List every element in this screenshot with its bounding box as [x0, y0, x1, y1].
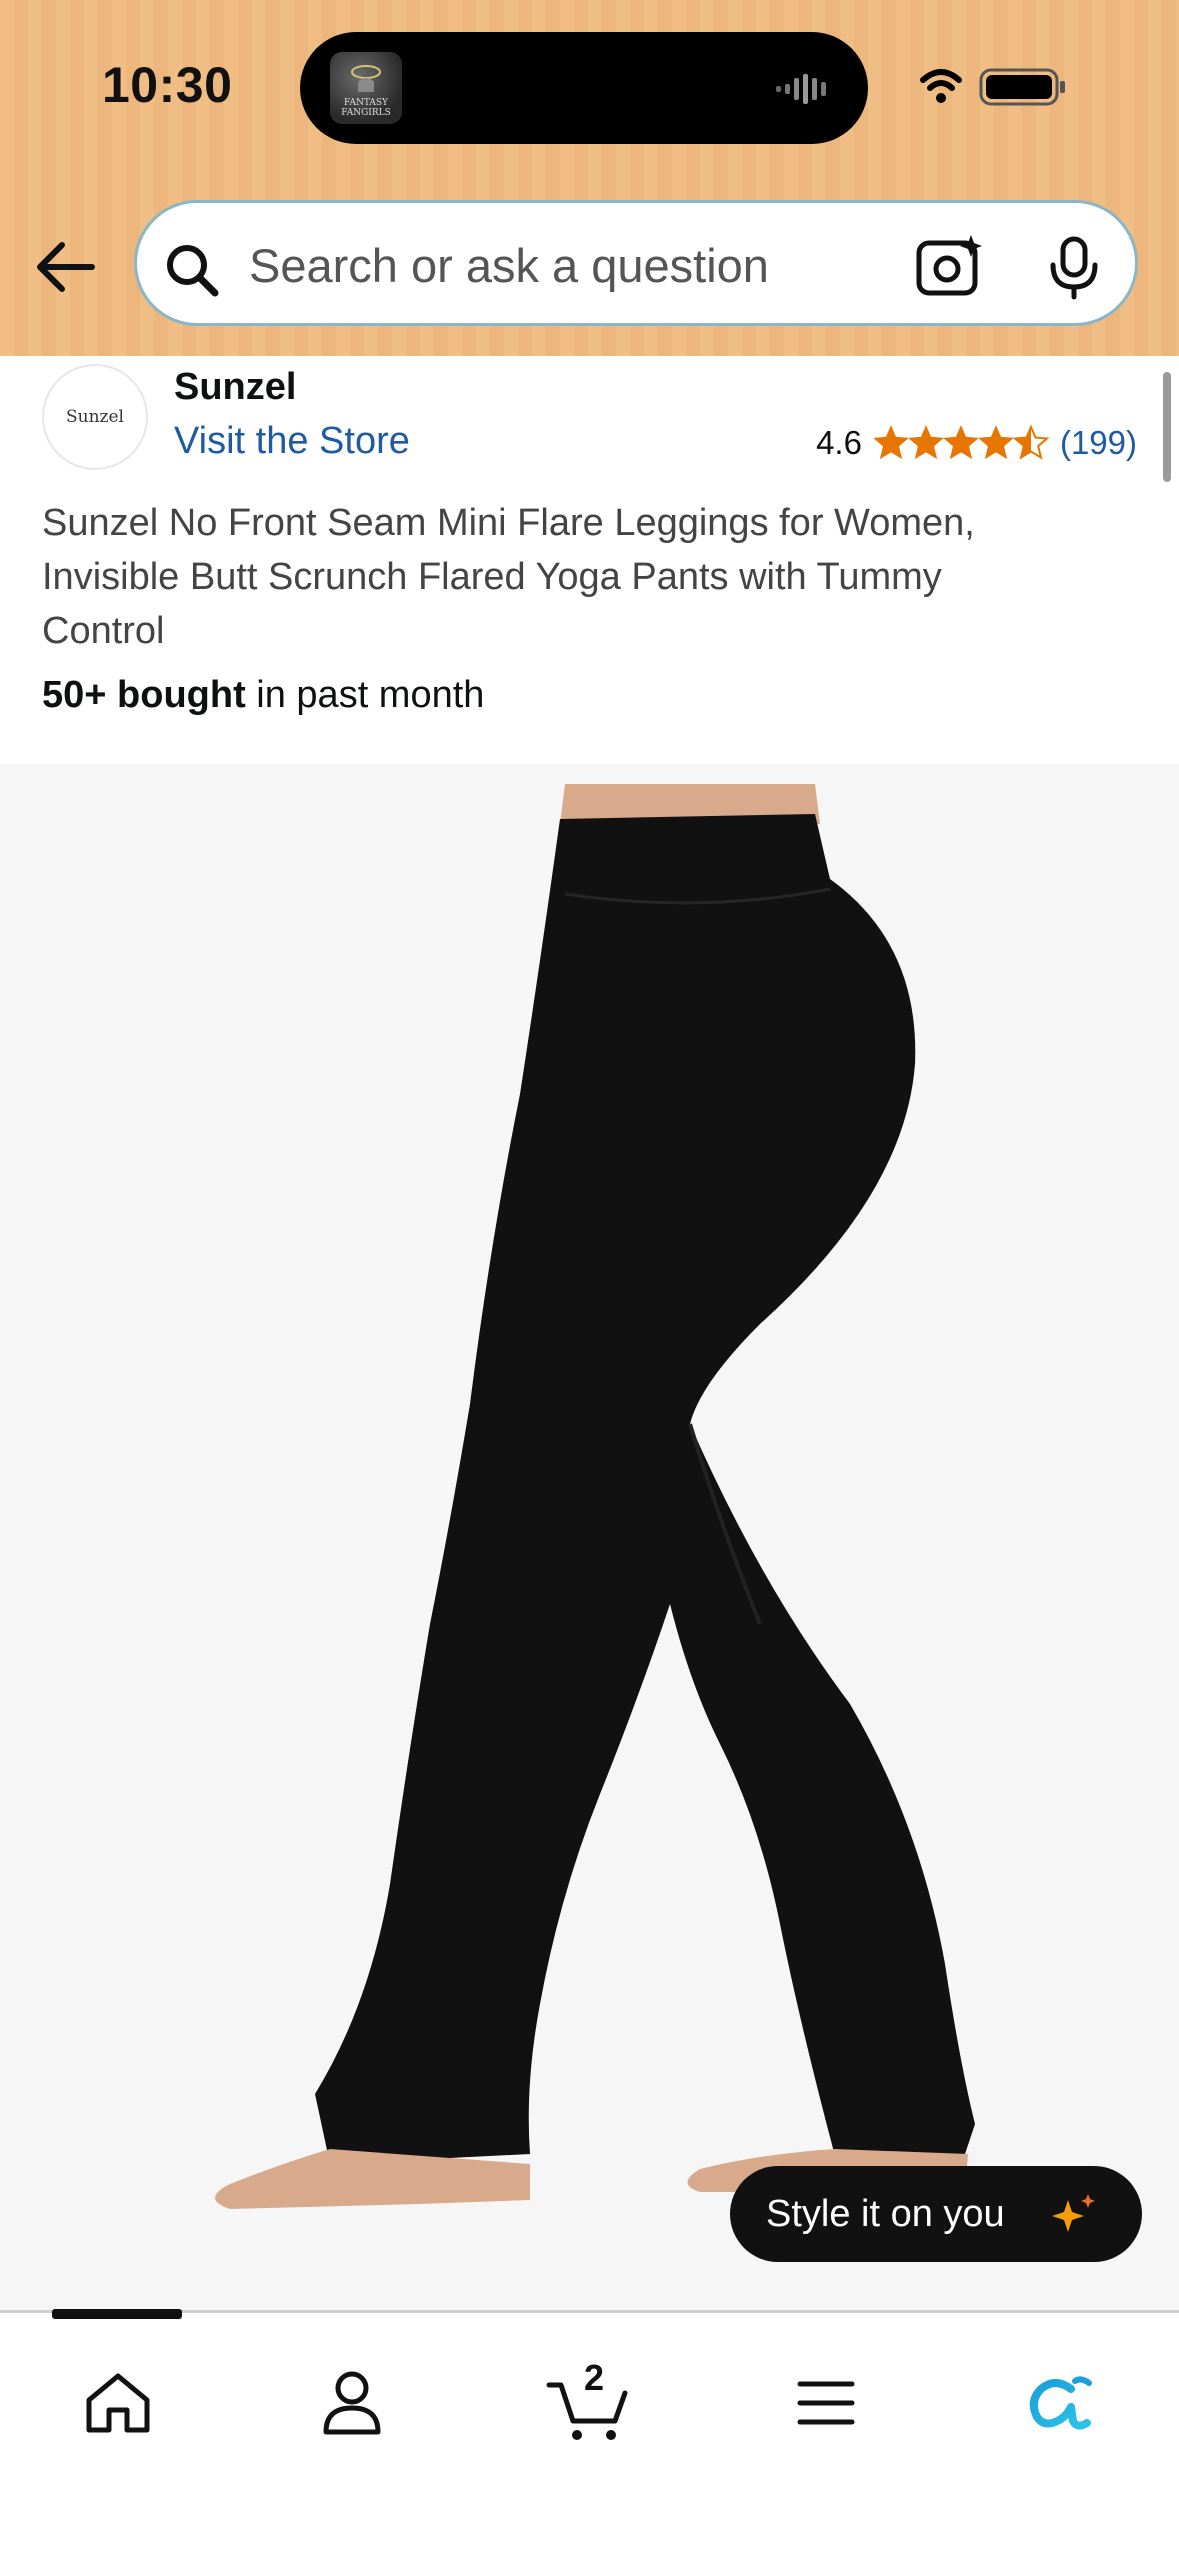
search-input[interactable]	[247, 229, 891, 301]
nav-home[interactable]	[68, 2353, 168, 2453]
style-it-on-you-button[interactable]: Style it on you	[730, 2166, 1142, 2262]
status-time: 10:30	[102, 57, 233, 113]
style-it-on-you-label: Style it on you	[766, 2192, 1005, 2235]
home-icon	[86, 2373, 150, 2433]
nav-cart[interactable]: 2	[538, 2353, 638, 2453]
bought-count: 50+ bought in past month	[42, 674, 484, 717]
dynamic-island[interactable]: FANTASY FANGIRLS	[300, 32, 868, 144]
microphone-icon[interactable]	[1047, 235, 1101, 301]
wifi-icon	[920, 69, 962, 103]
product-image[interactable]	[0, 764, 1179, 2312]
menu-icon	[797, 2381, 855, 2425]
account-icon	[323, 2371, 381, 2435]
brand-logo-text: Sunzel	[66, 407, 124, 427]
rufus-ai-icon	[1029, 2376, 1092, 2430]
bottom-navigation: 2	[0, 2309, 1179, 2556]
status-icons	[919, 66, 1069, 115]
artwork-caption: FANTASY FANGIRLS	[341, 98, 391, 118]
battery-icon	[979, 68, 1065, 106]
star-rating-icon	[874, 425, 1050, 461]
rating-count-link[interactable]: (199)	[1060, 424, 1137, 462]
cart-count: 2	[584, 2357, 605, 2398]
rating-value: 4.6	[816, 424, 862, 461]
nav-menu[interactable]	[776, 2353, 876, 2453]
sparkle-icon	[1052, 2194, 1095, 2232]
visit-store-link[interactable]: Visit the Store	[174, 420, 410, 463]
bought-count-bold: 50+ bought	[42, 674, 246, 716]
brand-logo[interactable]: Sunzel	[42, 364, 148, 470]
search-row	[0, 196, 1179, 336]
bought-count-rest: in past month	[245, 674, 485, 716]
rating-summary[interactable]: 4.6 (199)	[816, 424, 1137, 462]
nav-rufus[interactable]	[1010, 2353, 1110, 2453]
search-bar[interactable]	[134, 200, 1138, 326]
nav-account[interactable]	[302, 2353, 402, 2453]
search-icon	[167, 245, 219, 297]
camera-lens-icon[interactable]	[915, 233, 985, 299]
product-title: Sunzel No Front Seam Mini Flare Leggings…	[42, 502, 975, 652]
leggings-photo-icon	[215, 784, 975, 2209]
app-header: 10:30 FANTASY FANGIRLS	[0, 0, 1179, 356]
back-arrow-icon[interactable]	[34, 240, 98, 294]
active-tab-indicator	[52, 2309, 182, 2319]
brand-name: Sunzel	[174, 366, 297, 408]
audio-waveform-icon	[776, 74, 826, 104]
now-playing-artwork: FANTASY FANGIRLS	[330, 52, 402, 124]
wifi-battery-icon	[920, 68, 1065, 106]
scroll-indicator	[1163, 372, 1171, 482]
